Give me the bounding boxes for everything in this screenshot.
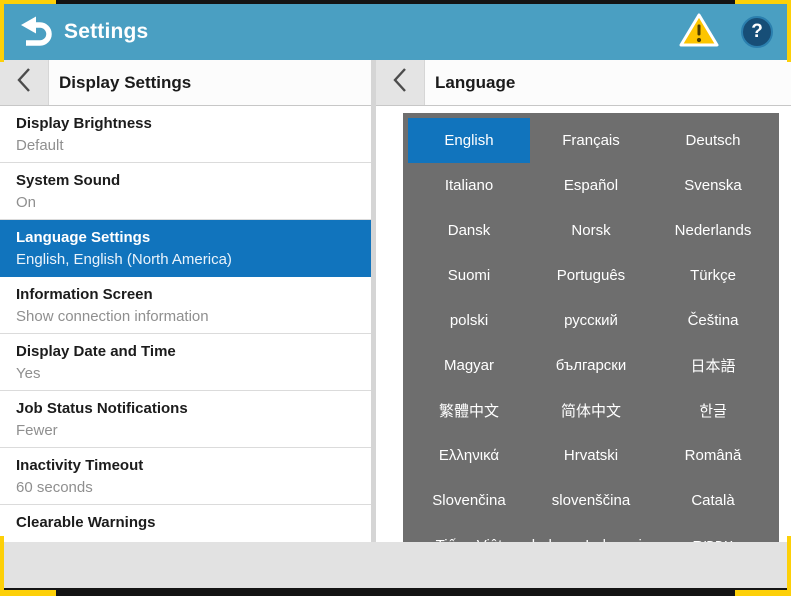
panel-headers: Display Settings Language (0, 60, 791, 106)
setting-title: Job Status Notifications (16, 398, 363, 419)
setting-value: English, English (North America) (16, 249, 363, 270)
left-panel-title: Display Settings (59, 73, 191, 93)
yellow-bracket-bottom-right (735, 590, 791, 596)
yellow-bracket-bottom-right (787, 536, 791, 596)
setting-title: Display Date and Time (16, 341, 363, 362)
setting-value: 60 seconds (16, 477, 363, 498)
settings-list: Display BrightnessDefaultSystem SoundOnL… (0, 106, 371, 542)
language-cell[interactable]: Italiano (408, 163, 530, 208)
settings-list-item[interactable]: Display Date and TimeYes (0, 334, 371, 391)
setting-title: Inactivity Timeout (16, 455, 363, 476)
settings-list-item[interactable]: Inactivity Timeout60 seconds (0, 448, 371, 505)
language-cell[interactable]: русский (530, 298, 652, 343)
language-cell[interactable]: עברית (652, 523, 774, 542)
language-cell[interactable]: bahasa Indonesia (530, 523, 652, 542)
yellow-bracket-bottom-left (0, 536, 4, 596)
language-cell[interactable]: Magyar (408, 343, 530, 388)
yellow-bracket-top-right (735, 0, 791, 4)
settings-list-item[interactable]: Language SettingsEnglish, English (North… (0, 220, 371, 277)
content-area: Display BrightnessDefaultSystem SoundOnL… (0, 106, 791, 542)
right-panel-header: Language (376, 60, 791, 105)
left-panel-title-area: Display Settings (49, 60, 371, 105)
settings-list-item[interactable]: Display BrightnessDefault (0, 106, 371, 163)
language-cell[interactable]: Türkçe (652, 253, 774, 298)
warning-triangle-icon (679, 12, 719, 53)
panel-divider (371, 60, 376, 542)
language-cell[interactable]: Dansk (408, 208, 530, 253)
printer-front-panel: Settings ? (0, 0, 791, 596)
setting-title: Information Screen (16, 284, 363, 305)
settings-list-item[interactable]: Job Status NotificationsFewer (0, 391, 371, 448)
left-panel-header: Display Settings (0, 60, 371, 105)
bottom-edge-strip (0, 588, 791, 596)
setting-value: Fewer (16, 420, 363, 441)
language-cell[interactable]: Română (652, 433, 774, 478)
page-title: Settings (64, 20, 148, 44)
language-grid: EnglishFrançaisDeutsch ItalianoEspañolSve… (403, 113, 779, 542)
yellow-bracket-top-left (0, 0, 4, 62)
language-cell[interactable]: Español (530, 163, 652, 208)
right-panel-title-area: Language (425, 60, 791, 105)
display-settings-back-button[interactable] (0, 60, 49, 105)
language-cell[interactable]: 繁體中文 (408, 388, 530, 433)
language-cell[interactable]: 日本語 (652, 343, 774, 388)
app-header: Settings ? (0, 4, 791, 60)
setting-value: On (16, 192, 363, 213)
top-edge-strip (0, 0, 791, 4)
language-cell[interactable]: Deutsch (652, 118, 774, 163)
setting-title: System Sound (16, 170, 363, 191)
language-cell[interactable]: Norsk (530, 208, 652, 253)
yellow-bracket-top-right (787, 0, 791, 62)
language-back-button[interactable] (376, 60, 425, 105)
back-arrow-icon (16, 13, 52, 52)
language-cell[interactable]: 한글 (652, 388, 774, 433)
help-button[interactable]: ? (741, 16, 773, 48)
language-panel: EnglishFrançaisDeutsch ItalianoEspañolSve… (376, 106, 791, 542)
language-cell[interactable]: Slovenčina (408, 478, 530, 523)
setting-title: Display Brightness (16, 113, 363, 134)
language-cell[interactable]: 简体中文 (530, 388, 652, 433)
setting-value: Default (16, 135, 363, 156)
settings-list-item[interactable]: System SoundOn (0, 163, 371, 220)
language-cell[interactable]: Ελληνικά (408, 433, 530, 478)
language-cell[interactable]: Tiếng Việt (408, 523, 530, 542)
language-cell[interactable]: polski (408, 298, 530, 343)
yellow-bracket-top-left (0, 0, 56, 4)
language-cell[interactable]: Català (652, 478, 774, 523)
language-cell[interactable]: български (530, 343, 652, 388)
setting-title: Clearable Warnings (16, 512, 363, 533)
language-cell[interactable]: English (408, 118, 530, 163)
header-status-icons: ? (679, 14, 773, 50)
setting-value: Yes (16, 363, 363, 384)
chevron-left-icon (391, 66, 409, 99)
settings-list-item[interactable]: Clearable Warnings (0, 505, 371, 542)
settings-list-item[interactable]: Information ScreenShow connection inform… (0, 277, 371, 334)
back-button[interactable] (14, 12, 54, 52)
language-cell[interactable]: Français (530, 118, 652, 163)
language-cell[interactable]: slovenščina (530, 478, 652, 523)
language-cell[interactable]: Čeština (652, 298, 774, 343)
language-cell[interactable]: Hrvatski (530, 433, 652, 478)
right-panel-title: Language (435, 73, 515, 93)
warning-status-button[interactable] (679, 14, 719, 50)
setting-value: Show connection information (16, 306, 363, 327)
chevron-left-icon (15, 66, 33, 99)
question-mark-icon: ? (751, 21, 763, 43)
language-cell[interactable]: Svenska (652, 163, 774, 208)
yellow-bracket-bottom-left (0, 590, 56, 596)
bottom-bezel-bar (0, 542, 791, 588)
language-cell[interactable]: Português (530, 253, 652, 298)
setting-title: Language Settings (16, 227, 363, 248)
language-cell[interactable]: Nederlands (652, 208, 774, 253)
language-cell[interactable]: Suomi (408, 253, 530, 298)
